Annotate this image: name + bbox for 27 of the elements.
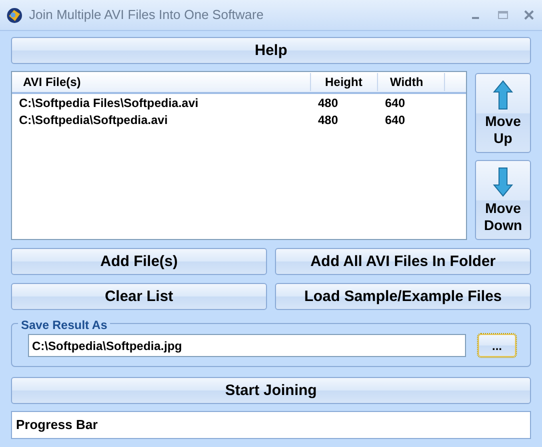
file-list[interactable]: AVI File(s) Height Width C:\Softpedia Files\Softpedia.avi 480 640 C:\Softpedia\Softpedia.avi 480 640 — [11, 71, 467, 240]
maximize-icon[interactable] — [496, 9, 510, 21]
table-cell-text: 640 — [384, 112, 406, 128]
help-button[interactable]: Help — [11, 37, 531, 64]
start-joining-button[interactable]: Start Joining — [11, 377, 531, 404]
action-button[interactable]: Load Sample/Example Files — [275, 283, 531, 310]
app-icon — [6, 6, 23, 24]
table-cell-text: C:\Softpedia\Softpedia.avi — [18, 112, 169, 128]
action-button[interactable]: Clear List — [11, 283, 267, 310]
column-header[interactable]: Width — [377, 73, 445, 91]
move-down-button[interactable]: Move Down — [475, 160, 531, 240]
table-cell-text: 480 — [317, 112, 340, 128]
close-icon[interactable] — [522, 9, 536, 21]
browse-button[interactable]: ... — [478, 334, 516, 357]
up-arrow-icon — [492, 79, 514, 112]
window-title: Join Multiple AVI Files Into One Software — [29, 6, 265, 24]
action-button[interactable]: Add File(s) — [11, 248, 267, 275]
action-button[interactable]: Add All AVI Files In Folder — [275, 248, 531, 275]
progress-label: Progress Bar — [16, 416, 98, 434]
table-cell-text: C:\Softpedia Files\Softpedia.avi — [18, 94, 200, 112]
table-cell-text: 480 — [317, 94, 340, 112]
output-path-field[interactable]: C:\Softpedia\Softpedia.jpg — [28, 334, 466, 357]
move-up-button[interactable]: Move Up — [475, 73, 531, 153]
column-header[interactable]: Height — [310, 73, 377, 91]
table-cell-text: 640 — [384, 94, 406, 112]
column-header[interactable]: AVI File(s) — [12, 73, 310, 91]
down-arrow-icon — [492, 166, 514, 198]
